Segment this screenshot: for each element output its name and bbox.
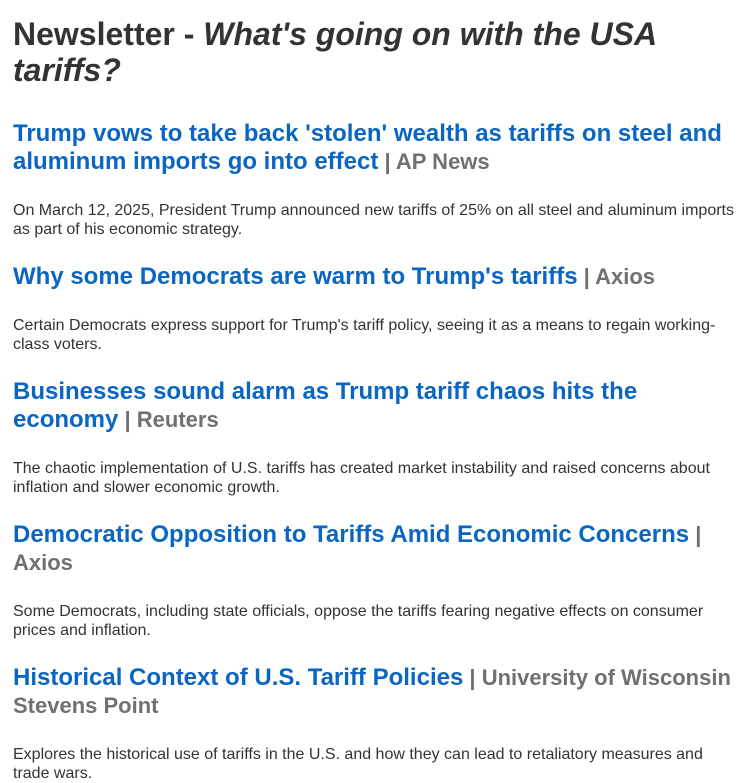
article-item: Why some Democrats are warm to Trump's t…	[13, 263, 738, 354]
article-headline: Historical Context of U.S. Tariff Polici…	[13, 664, 738, 720]
article-source: | Axios	[577, 264, 656, 289]
article-summary: Explores the historical use of tariffs i…	[13, 746, 703, 782]
page-title: Newsletter - What's going on with the US…	[13, 16, 738, 88]
article-item: Trump vows to take back 'stolen' wealth …	[13, 120, 738, 239]
article-summary: Certain Democrats express support for Tr…	[13, 317, 716, 353]
article-item: Businesses sound alarm as Trump tariff c…	[13, 378, 738, 497]
article-item: Historical Context of U.S. Tariff Polici…	[13, 664, 738, 783]
article-headline: Trump vows to take back 'stolen' wealth …	[13, 120, 738, 176]
article-link[interactable]: Democratic Opposition to Tariffs Amid Ec…	[13, 521, 689, 548]
article-headline: Businesses sound alarm as Trump tariff c…	[13, 378, 738, 434]
article-headline: Democratic Opposition to Tariffs Amid Ec…	[13, 521, 738, 577]
article-item: Democratic Opposition to Tariffs Amid Ec…	[13, 521, 738, 640]
article-summary: On March 12, 2025, President Trump annou…	[13, 202, 734, 238]
article-headline: Why some Democrats are warm to Trump's t…	[13, 263, 738, 291]
article-link[interactable]: Businesses sound alarm as Trump tariff c…	[13, 378, 637, 433]
article-source: | Reuters	[118, 407, 219, 432]
article-summary: The chaotic implementation of U.S. tarif…	[13, 460, 710, 496]
article-source: | AP News	[378, 149, 490, 174]
article-link[interactable]: Historical Context of U.S. Tariff Polici…	[13, 664, 463, 691]
article-link[interactable]: Why some Democrats are warm to Trump's t…	[13, 263, 578, 290]
article-summary: Some Democrats, including state official…	[13, 603, 704, 639]
article-link[interactable]: Trump vows to take back 'stolen' wealth …	[13, 120, 722, 175]
newsletter-page: Newsletter - What's going on with the US…	[0, 0, 746, 783]
title-prefix: Newsletter -	[13, 16, 204, 52]
